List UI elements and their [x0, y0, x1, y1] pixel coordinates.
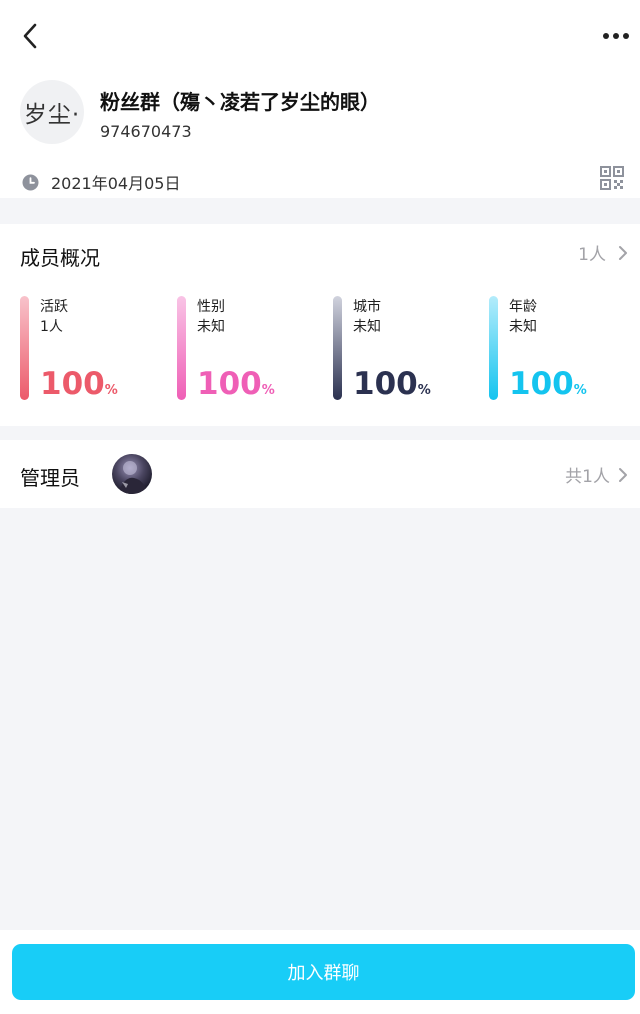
- bottom-action-bar: 加入群聊: [0, 930, 640, 1014]
- group-avatar[interactable]: 岁尘·: [20, 80, 84, 144]
- stat-percent: 100%: [353, 366, 431, 402]
- stat-value: 未知: [197, 319, 225, 335]
- admin-count-link: 共1人: [565, 462, 630, 487]
- stat-label: 活跃: [40, 299, 68, 315]
- group-id: 974670473: [100, 122, 192, 141]
- stat-percent: 100%: [197, 366, 275, 402]
- more-button[interactable]: [596, 20, 636, 52]
- members-overview-card: 成员概况 1人 活跃 1人 100% 性别 未知 100% 城市 未知 100%…: [0, 224, 640, 426]
- group-name: 粉丝群（殤丶凌若了岁尘的眼）: [100, 90, 380, 114]
- stat-value: 未知: [353, 319, 381, 335]
- top-bar: [0, 0, 640, 72]
- stat-active[interactable]: 活跃 1人 100%: [20, 296, 160, 402]
- stat-label: 年龄: [509, 299, 537, 315]
- created-date-row: 2021年04月05日: [22, 170, 180, 194]
- clock-icon: [22, 174, 39, 190]
- join-group-button[interactable]: 加入群聊: [12, 944, 635, 1000]
- members-overview-title: 成员概况: [20, 246, 100, 270]
- admin-title: 管理员: [20, 466, 80, 490]
- stat-bar: [489, 296, 498, 400]
- admin-count: 共1人: [565, 467, 610, 487]
- group-avatar-text: 岁尘·: [23, 102, 81, 128]
- stat-bar: [177, 296, 186, 400]
- stat-bar: [20, 296, 29, 400]
- stat-gender[interactable]: 性别 未知 100%: [177, 296, 317, 402]
- admin-avatar[interactable]: [112, 454, 152, 494]
- stat-age[interactable]: 年龄 未知 100%: [489, 296, 629, 402]
- qr-code-button[interactable]: [600, 166, 624, 190]
- members-count-link[interactable]: 1人: [578, 240, 630, 265]
- group-header: 岁尘· 粉丝群（殤丶凌若了岁尘的眼） 974670473 2021年04月05日: [0, 72, 640, 198]
- qr-code-icon: [600, 166, 624, 190]
- back-button[interactable]: [14, 20, 46, 52]
- admin-avatar-image: [112, 454, 152, 494]
- members-count: 1人: [578, 245, 606, 265]
- stat-city[interactable]: 城市 未知 100%: [333, 296, 473, 402]
- chevron-right-icon: [619, 245, 627, 260]
- admin-row[interactable]: 管理员 共1人: [0, 440, 640, 508]
- stat-label: 城市: [353, 299, 381, 315]
- stat-value: 未知: [509, 319, 537, 335]
- stat-value: 1人: [40, 319, 63, 335]
- chevron-left-icon: [23, 23, 37, 49]
- chevron-right-icon: [619, 467, 627, 482]
- stat-percent: 100%: [40, 366, 118, 402]
- more-horizontal-icon: [603, 33, 629, 39]
- created-date: 2021年04月05日: [51, 174, 181, 193]
- stat-bar: [333, 296, 342, 400]
- stat-percent: 100%: [509, 366, 587, 402]
- stat-label: 性别: [197, 299, 225, 315]
